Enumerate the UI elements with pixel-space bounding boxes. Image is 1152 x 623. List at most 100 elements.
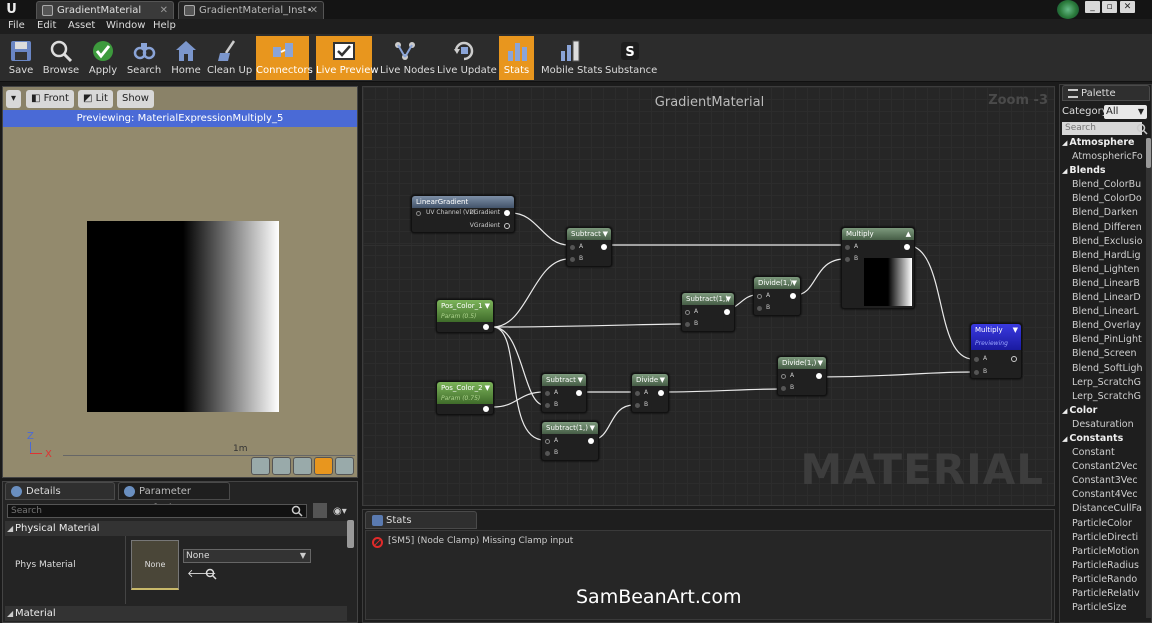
pin-output[interactable]	[904, 244, 910, 250]
maximize-button[interactable]: ▫	[1102, 1, 1117, 13]
palette-item[interactable]: Constant	[1060, 446, 1144, 460]
pin-a[interactable]	[545, 391, 550, 396]
palette-item[interactable]: Blend_ColorBu	[1060, 178, 1144, 192]
palette-item[interactable]: Constant3Vec	[1060, 474, 1144, 488]
pin-output[interactable]	[588, 438, 594, 444]
palette-item[interactable]: ParticleRadius	[1060, 559, 1144, 573]
pin-ugradient[interactable]	[504, 210, 510, 216]
pin-a[interactable]	[570, 245, 575, 250]
pin-b[interactable]	[685, 322, 690, 327]
palette-item[interactable]: ParticleSize	[1060, 601, 1144, 615]
palette-category-row[interactable]: ◢ Blends	[1060, 164, 1144, 178]
pin-b[interactable]	[545, 451, 550, 456]
pin-output[interactable]	[724, 309, 730, 315]
palette-scrollbar[interactable]	[1146, 138, 1151, 618]
menu-help[interactable]: Help	[153, 20, 176, 31]
material-graph[interactable]: GradientMaterial Zoom -3 MATERIAL Linear…	[362, 86, 1055, 506]
tab-gradient-material[interactable]: GradientMaterial ✕	[36, 1, 174, 19]
close-icon[interactable]: ✕	[310, 2, 318, 19]
pin-b[interactable]	[757, 306, 762, 311]
node-subtract-one-minus[interactable]: Subtract(1,) ▼ A B	[681, 292, 735, 332]
custom-mesh-preview-button[interactable]	[335, 457, 354, 475]
palette-item[interactable]: DistanceCullFa	[1060, 502, 1144, 516]
minimize-button[interactable]: _	[1085, 1, 1100, 13]
pin-output[interactable]	[1011, 356, 1017, 362]
palette-item[interactable]: Blend_ColorDo	[1060, 192, 1144, 206]
palette-item[interactable]: Lerp_ScratchG	[1060, 390, 1144, 404]
node-subtract[interactable]: Subtract ▼ A B	[566, 227, 612, 267]
live-preview-button[interactable]: Live Preview	[316, 36, 379, 80]
pin-output[interactable]	[601, 244, 607, 250]
close-icon[interactable]: ✕	[160, 2, 168, 19]
node-subtract-one-minus-lower[interactable]: Subtract(1,) ▼ A B	[541, 421, 599, 461]
palette-item[interactable]: Blend_LinearB	[1060, 277, 1144, 291]
details-scrollbar[interactable]	[347, 520, 354, 548]
node-divide[interactable]: Divide ▼ A B	[631, 373, 669, 413]
palette-item[interactable]: ParticleDirecti	[1060, 531, 1144, 545]
source-control-icon[interactable]	[1057, 0, 1079, 19]
pin-output[interactable]	[483, 406, 489, 412]
category-select[interactable]: All ▼	[1104, 105, 1147, 119]
node-multiply-previewing[interactable]: Multiply ▼ Previewing A B	[970, 323, 1022, 379]
front-view-button[interactable]: ◧ Front	[26, 90, 74, 108]
palette-item[interactable]: ParticleColor	[1060, 517, 1144, 531]
palette-item[interactable]: Blend_HardLig	[1060, 249, 1144, 263]
pin-b[interactable]	[570, 257, 575, 262]
grid-view-icon[interactable]	[313, 503, 327, 518]
tab-palette[interactable]: Palette	[1062, 85, 1150, 101]
pin-a[interactable]	[545, 439, 550, 444]
collapse-preview-icon[interactable]: ▲	[906, 228, 911, 240]
palette-item[interactable]: AtmosphericFo	[1060, 150, 1144, 164]
palette-item[interactable]: Desaturation	[1060, 418, 1144, 432]
tab-gradient-material-inst[interactable]: GradientMaterial_Inst• ✕	[178, 1, 324, 19]
palette-item[interactable]: ParticleRelativ	[1060, 587, 1144, 601]
node-pos-color-2[interactable]: Pos_Color_2 ▼ Param (0.75)	[436, 381, 494, 415]
pin-output[interactable]	[790, 293, 796, 299]
viewport-options-button[interactable]: ▾	[6, 90, 21, 108]
node-multiply[interactable]: Multiply ▲ A B	[841, 227, 915, 309]
pin-uv-channel[interactable]	[416, 211, 421, 216]
pin-output[interactable]	[658, 390, 664, 396]
pin-output[interactable]	[816, 373, 822, 379]
palette-item[interactable]: Constant4Vec	[1060, 488, 1144, 502]
pin-b[interactable]	[635, 403, 640, 408]
pin-b[interactable]	[545, 403, 550, 408]
pin-b[interactable]	[781, 386, 786, 391]
show-button[interactable]: Show	[117, 90, 154, 108]
tab-parameter-defaults[interactable]: Parameter Defaults	[118, 482, 230, 514]
palette-item[interactable]: ParticleMotion	[1060, 545, 1144, 559]
apply-button[interactable]: Apply	[86, 36, 120, 80]
palette-item[interactable]: Blend_PinLight	[1060, 333, 1144, 347]
menu-asset[interactable]: Asset	[68, 20, 95, 31]
tab-details[interactable]: Details	[5, 482, 115, 500]
palette-item[interactable]: Lerp_ScratchG	[1060, 376, 1144, 390]
browse-button[interactable]: Browse	[42, 36, 80, 80]
pin-vgradient[interactable]	[504, 223, 510, 229]
palette-category-row[interactable]: ◢ Color	[1060, 404, 1144, 418]
scrollbar-thumb[interactable]	[1146, 138, 1151, 168]
mobile-stats-button[interactable]: Mobile Stats	[541, 36, 603, 80]
cylinder-preview-button[interactable]	[251, 457, 270, 475]
node-divide-one[interactable]: Divide(1,) ▼ A B	[753, 276, 801, 316]
pin-a[interactable]	[974, 357, 979, 362]
substance-button[interactable]: S Substance	[605, 36, 657, 80]
plane-preview-button[interactable]	[293, 457, 312, 475]
palette-item[interactable]: Blend_Lighten	[1060, 263, 1144, 277]
section-physical-material[interactable]: ◢ Physical Material	[5, 521, 347, 536]
browse-search-icon[interactable]	[205, 568, 217, 580]
palette-search-input[interactable]	[1062, 122, 1142, 135]
stats-button[interactable]: Stats	[499, 36, 534, 80]
live-update-button[interactable]: Live Update	[437, 36, 497, 80]
palette-item[interactable]: Blend_LinearL	[1060, 305, 1144, 319]
pin-a[interactable]	[635, 391, 640, 396]
palette-item[interactable]: Blend_Darken	[1060, 206, 1144, 220]
palette-item[interactable]: Blend_Differen	[1060, 221, 1144, 235]
cube-preview-button[interactable]	[314, 457, 333, 475]
palette-item[interactable]: ParticleRando	[1060, 573, 1144, 587]
eye-icon[interactable]: ◉▾	[333, 506, 347, 517]
node-linear-gradient[interactable]: LinearGradient UV Channel (V2) UGradient…	[411, 195, 515, 233]
pin-a[interactable]	[845, 245, 850, 250]
node-pos-color-1[interactable]: Pos_Color_1 ▼ Param (0.5)	[436, 299, 494, 333]
pin-output[interactable]	[483, 324, 489, 330]
preview-viewport[interactable]: ▾ ◧ Front ◩ Lit Show Previewing: Materia…	[2, 86, 358, 478]
